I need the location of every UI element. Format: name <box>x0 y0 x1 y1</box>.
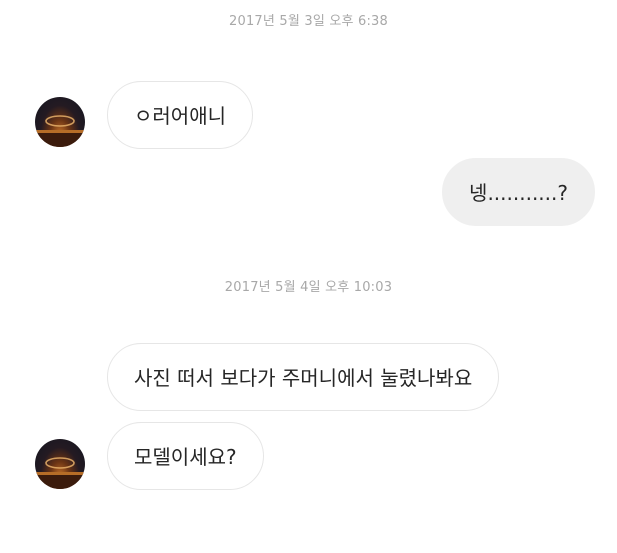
outgoing-message[interactable]: 넹...........? <box>442 158 595 226</box>
timestamp-1: 2017년 5월 3일 오후 6:38 <box>229 14 388 29</box>
incoming-message[interactable]: 사진 떠서 보다가 주머니에서 눌렸나봐요 <box>107 343 500 411</box>
sender-avatar-2[interactable] <box>35 439 85 489</box>
incoming-message[interactable]: ㅇ러어애니 <box>107 81 253 149</box>
incoming-message[interactable]: 모델이세요? <box>107 422 264 490</box>
profile-photo-sunset-icon <box>35 457 85 489</box>
timestamp-2: 2017년 5월 4일 오후 10:03 <box>224 280 393 295</box>
profile-photo-sunset-icon <box>35 115 85 147</box>
sender-avatar-1[interactable] <box>35 97 85 147</box>
